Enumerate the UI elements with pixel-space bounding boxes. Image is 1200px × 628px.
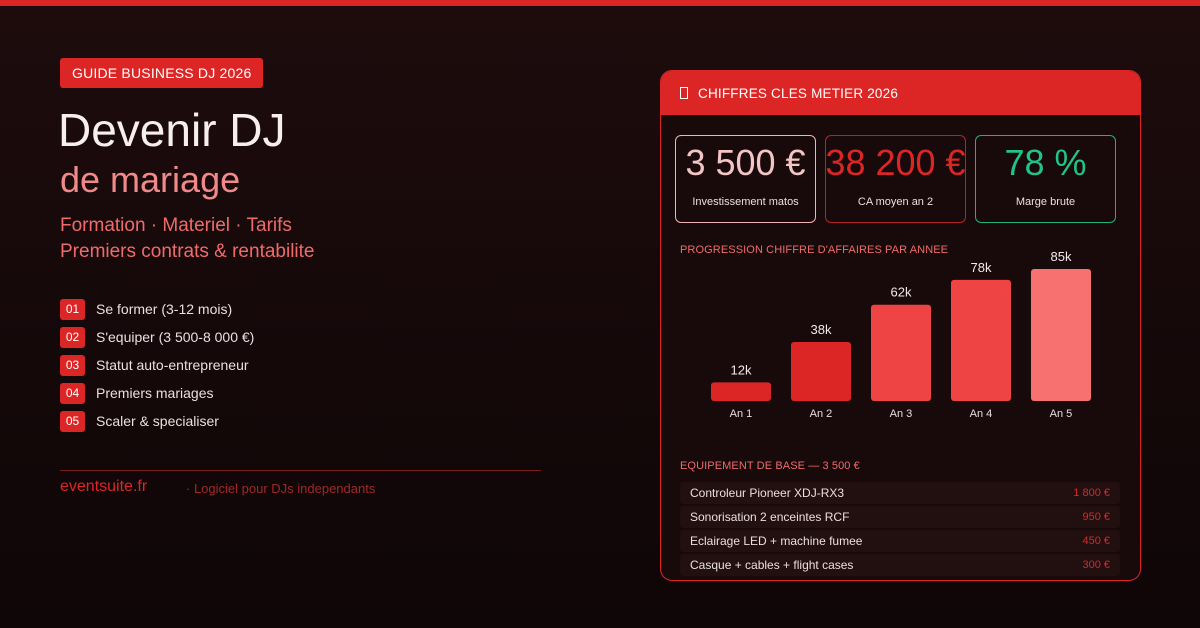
- step-item: 05 Scaler & specialiser: [60, 407, 254, 435]
- step-number: 04: [60, 382, 85, 404]
- bar-value-label: 12k: [731, 362, 752, 377]
- footer-tagline: · Logiciel pour DJs independants: [186, 481, 376, 496]
- step-number: 03: [60, 354, 85, 376]
- step-label: Se former (3-12 mois): [96, 301, 233, 317]
- panel-header-title: CHIFFRES CLES METIER 2026: [698, 85, 899, 101]
- step-label: S'equiper (3 500-8 000 €): [96, 329, 255, 345]
- step-label: Premiers mariages: [96, 385, 214, 401]
- revenue-bar-chart: 12k An 1 38k An 2 62k An 3 78k An 4 85k An 5: [711, 249, 1091, 420]
- equipment-price: 950 €: [1082, 511, 1110, 523]
- step-item: 03 Statut auto-entrepreneur: [60, 351, 254, 379]
- equipment-name: Eclairage LED + machine fumee: [690, 534, 863, 548]
- key-figures-panel: CHIFFRES CLES METIER 2026 3 500 € Invest…: [660, 70, 1141, 581]
- equipment-name: Sonorisation 2 enceintes RCF: [690, 510, 850, 524]
- kpi-label: CA moyen an 2: [857, 196, 934, 208]
- bar-4: [951, 279, 1011, 401]
- kpi-label: Investissement matos: [692, 196, 799, 208]
- kpi-label: Marge brute: [1015, 196, 1076, 208]
- bar-value-label: 85k: [1051, 249, 1072, 264]
- bar-category-label: An 1: [730, 408, 753, 420]
- footer-divider: [60, 470, 541, 471]
- kpi-card-investment: 3 500 € Investissement matos: [675, 135, 816, 223]
- equipment-title: EQUIPEMENT DE BASE — 3 500 €: [680, 460, 860, 472]
- bar-category-label: An 5: [1050, 408, 1073, 420]
- bar-category-label: An 2: [810, 408, 833, 420]
- tagline-topics: Formation · Materiel · Tarifs: [60, 215, 292, 236]
- bar-3: [871, 304, 931, 401]
- kpi-row: 3 500 € Investissement matos 38 200 € CA…: [675, 135, 1116, 223]
- panel-header: CHIFFRES CLES METIER 2026: [661, 71, 1140, 115]
- bar-1: [711, 382, 771, 401]
- equipment-price: 450 €: [1082, 535, 1110, 547]
- site-link[interactable]: eventsuite.fr: [60, 478, 147, 496]
- step-label: Scaler & specialiser: [96, 413, 219, 429]
- step-number: 02: [60, 326, 85, 348]
- page-title: Devenir DJ: [58, 104, 286, 156]
- equipment-price: 300 €: [1082, 559, 1110, 571]
- equipment-list: Controleur Pioneer XDJ-RX3 1 800 € Sonor…: [680, 482, 1120, 578]
- bar-value-label: 78k: [971, 260, 992, 275]
- equipment-row: Sonorisation 2 enceintes RCF 950 €: [680, 506, 1120, 528]
- step-number: 05: [60, 410, 85, 432]
- guide-badge: GUIDE BUSINESS DJ 2026: [60, 58, 264, 88]
- steps-list: 01 Se former (3-12 mois) 02 S'equiper (3…: [60, 295, 254, 435]
- step-number: 01: [60, 298, 85, 320]
- equipment-row: Controleur Pioneer XDJ-RX3 1 800 €: [680, 482, 1120, 504]
- step-label: Statut auto-entrepreneur: [96, 357, 249, 373]
- step-item: 04 Premiers mariages: [60, 379, 254, 407]
- equipment-name: Casque + cables + flight cases: [690, 558, 854, 572]
- bar-chart-icon: [680, 87, 688, 99]
- page-subtitle: de mariage: [60, 159, 241, 200]
- equipment-price: 1 800 €: [1073, 487, 1110, 499]
- equipment-row: Casque + cables + flight cases 300 €: [680, 554, 1120, 576]
- step-item: 02 S'equiper (3 500-8 000 €): [60, 323, 254, 351]
- bar-value-label: 38k: [811, 322, 832, 337]
- bar-5: [1031, 269, 1091, 401]
- top-accent-bar: [0, 0, 1200, 6]
- tagline-contracts: Premiers contrats & rentabilite: [60, 241, 315, 262]
- step-item: 01 Se former (3-12 mois): [60, 295, 254, 323]
- equipment-row: Eclairage LED + machine fumee 450 €: [680, 530, 1120, 552]
- kpi-card-revenue: 38 200 € CA moyen an 2: [825, 135, 966, 223]
- kpi-card-margin: 78 % Marge brute: [975, 135, 1116, 223]
- equipment-name: Controleur Pioneer XDJ-RX3: [690, 486, 845, 500]
- kpi-value: 78 %: [1004, 142, 1087, 183]
- bar-2: [791, 341, 851, 401]
- bar-category-label: An 3: [890, 408, 913, 420]
- bar-category-label: An 4: [970, 408, 993, 420]
- bar-value-label: 62k: [891, 285, 912, 300]
